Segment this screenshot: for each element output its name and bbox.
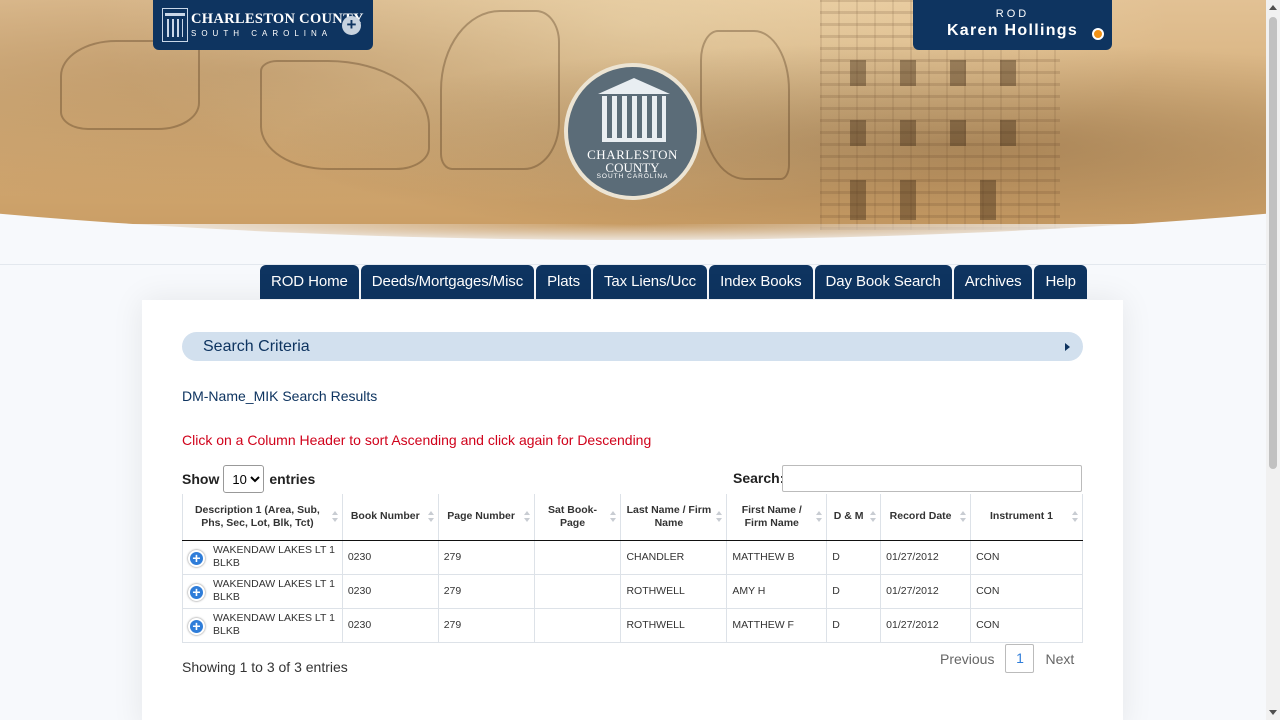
sort-icon — [716, 511, 723, 523]
sort-icon — [523, 511, 530, 523]
nav-archives[interactable]: Archives — [953, 265, 1033, 299]
cell-first-name: MATTHEW F — [726, 607, 828, 643]
nav-deeds-mortgages-misc[interactable]: Deeds/Mortgages/Misc — [360, 265, 535, 299]
seal-roof-icon — [598, 78, 670, 94]
col-description[interactable]: Description 1 (Area, Sub, Phs, Sec, Lot,… — [182, 494, 343, 541]
col-book-number[interactable]: Book Number — [342, 494, 439, 541]
cell-sat-book-page — [533, 573, 622, 609]
nav-help[interactable]: Help — [1034, 265, 1087, 299]
entries-select[interactable]: 10 — [223, 465, 265, 493]
sort-hint: Click on a Column Header to sort Ascendi… — [182, 432, 652, 448]
cell-instrument: CON — [970, 607, 1083, 643]
results-table: Description 1 (Area, Sub, Phs, Sec, Lot,… — [182, 494, 1083, 643]
cell-first-name: AMY H — [726, 573, 828, 609]
search-criteria-label: Search Criteria — [203, 338, 310, 355]
sort-icon — [1072, 511, 1078, 523]
cell-d-and-m: D — [826, 573, 882, 609]
expand-row-icon[interactable]: + — [188, 583, 205, 601]
cell-first-name: MATTHEW B — [726, 539, 828, 575]
col-page-number[interactable]: Page Number — [438, 494, 535, 541]
scroll-down-icon[interactable] — [1269, 710, 1277, 715]
sort-icon — [610, 511, 617, 523]
nav-plats[interactable]: Plats — [536, 265, 591, 299]
previous-page-button[interactable]: Previous — [940, 651, 994, 667]
user-name: Karen Hollings — [946, 22, 1079, 39]
sort-icon — [870, 511, 877, 523]
brand-subtitle: SOUTH CAROLINA — [191, 28, 333, 38]
brand-name: CHARLESTON COUNTY — [191, 11, 364, 28]
cell-record-date: 01/27/2012 — [880, 539, 972, 575]
cell-page: 279 — [437, 607, 535, 643]
nav-index-books[interactable]: Index Books — [709, 265, 813, 299]
nav-tax-liens-ucc[interactable]: Tax Liens/Ucc — [592, 265, 708, 299]
results-title: DM-Name_MIK Search Results — [182, 388, 378, 404]
table-row[interactable]: + WAKENDAW LAKES LT 1 BLKB 0230 279 ROTHW… — [182, 573, 1083, 609]
cell-book: 0230 — [341, 539, 439, 575]
cell-page: 279 — [437, 539, 535, 575]
cell-last-name: ROTHWELL — [620, 607, 728, 643]
col-last-name[interactable]: Last Name / Firm Name — [620, 494, 728, 541]
sort-icon — [960, 511, 967, 523]
pagination: Previous 1 Next — [940, 644, 1074, 673]
county-logo-link[interactable]: CHARLESTON COUNTY SOUTH CAROLINA + — [153, 0, 373, 50]
cell-instrument: CON — [970, 573, 1083, 609]
cell-d-and-m: D — [826, 539, 882, 575]
cell-d-and-m: D — [826, 607, 882, 643]
scroll-thumb[interactable] — [1269, 17, 1277, 469]
status-dot-icon — [1092, 28, 1104, 40]
expand-row-icon[interactable]: + — [188, 617, 205, 635]
next-page-button[interactable]: Next — [1045, 651, 1074, 667]
entries-length-control: Show 10 entries — [182, 465, 315, 493]
cell-record-date: 01/27/2012 — [880, 607, 972, 643]
cell-last-name: ROTHWELL — [620, 573, 728, 609]
main-nav: ROD Home Deeds/Mortgages/Misc Plats Tax … — [260, 265, 1089, 299]
col-sat-book-page[interactable]: Sat Book-Page — [534, 494, 622, 541]
cell-description: + WAKENDAW LAKES LT 1 BLKB — [182, 607, 343, 643]
sort-icon — [816, 511, 823, 523]
user-box[interactable]: ROD Karen Hollings — [913, 0, 1112, 50]
scroll-up-icon[interactable] — [1269, 5, 1277, 10]
search-label: Search: — [733, 470, 785, 486]
cell-book: 0230 — [341, 607, 439, 643]
courthouse-icon — [162, 8, 188, 42]
user-role: ROD — [995, 8, 1030, 20]
table-header-row: Description 1 (Area, Sub, Phs, Sec, Lot,… — [182, 494, 1083, 541]
county-seal[interactable]: CHARLESTON COUNTY SOUTH CAROLINA — [564, 63, 701, 200]
col-d-and-m[interactable]: D & M — [826, 494, 882, 541]
sort-icon — [331, 511, 338, 523]
cell-sat-book-page — [533, 539, 622, 575]
sort-icon — [427, 511, 434, 523]
plus-icon[interactable]: + — [342, 16, 361, 35]
seal-columns-icon — [602, 96, 666, 142]
show-label: Show — [182, 471, 220, 487]
expand-row-icon[interactable]: + — [188, 549, 205, 567]
cell-record-date: 01/27/2012 — [880, 573, 972, 609]
caret-right-icon — [1065, 343, 1070, 351]
cell-book: 0230 — [341, 573, 439, 609]
table-info: Showing 1 to 3 of 3 entries — [182, 659, 348, 675]
page-1-button[interactable]: 1 — [1005, 644, 1035, 673]
seal-text-3: SOUTH CAROLINA — [596, 173, 669, 180]
page-scrollbar[interactable] — [1266, 0, 1280, 720]
cell-instrument: CON — [970, 539, 1083, 575]
cell-page: 279 — [437, 573, 535, 609]
results-panel: Search Criteria DM-Name_MIK Search Resul… — [142, 300, 1123, 720]
cell-sat-book-page — [533, 607, 622, 643]
nav-rod-home[interactable]: ROD Home — [260, 265, 359, 299]
table-row[interactable]: + WAKENDAW LAKES LT 1 BLKB 0230 279 CHAND… — [182, 539, 1083, 575]
cell-description: + WAKENDAW LAKES LT 1 BLKB — [182, 573, 343, 609]
table-row[interactable]: + WAKENDAW LAKES LT 1 BLKB 0230 279 ROTHW… — [182, 607, 1083, 643]
col-instrument[interactable]: Instrument 1 — [970, 494, 1083, 541]
col-record-date[interactable]: Record Date — [880, 494, 972, 541]
nav-day-book-search[interactable]: Day Book Search — [814, 265, 952, 299]
cell-last-name: CHANDLER — [620, 539, 728, 575]
search-criteria-toggle[interactable]: Search Criteria — [182, 332, 1083, 361]
search-input[interactable] — [782, 465, 1082, 492]
cell-description: + WAKENDAW LAKES LT 1 BLKB — [182, 539, 343, 575]
entries-label: entries — [269, 471, 316, 487]
col-first-name[interactable]: First Name / Firm Name — [726, 494, 828, 541]
